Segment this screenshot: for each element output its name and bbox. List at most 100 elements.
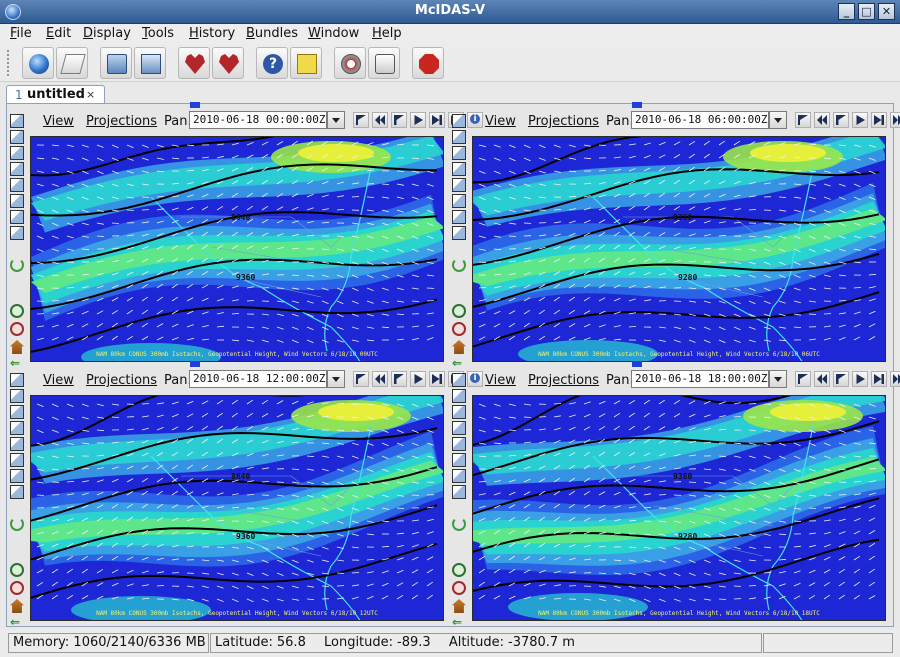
menu-help[interactable]: Help xyxy=(372,26,402,41)
home-icon[interactable] xyxy=(452,340,466,354)
view-reset-icon[interactable] xyxy=(10,210,24,224)
map-view[interactable]: 93609280 NAM 80km CONUS 300mb Isotachs, … xyxy=(472,395,886,621)
view-west-icon[interactable] xyxy=(452,453,466,467)
stop-button[interactable] xyxy=(412,47,444,79)
tab-untitled[interactable]: 1 untitled × xyxy=(6,85,105,104)
step-forward-button[interactable] xyxy=(871,371,887,387)
time-selector[interactable]: 2010-06-18 12:00:00Z xyxy=(189,370,327,388)
refresh-icon[interactable] xyxy=(452,258,466,272)
map-view[interactable]: 93609280 NAM 80km CONUS 300mb Isotachs, … xyxy=(472,136,886,362)
back-icon[interactable]: ⇐ xyxy=(452,615,466,629)
rewind-button[interactable] xyxy=(372,371,388,387)
home-icon[interactable] xyxy=(10,340,24,354)
zoom-in-icon[interactable] xyxy=(10,563,24,577)
time-dropdown-button[interactable] xyxy=(327,370,345,388)
step-back-button[interactable] xyxy=(833,112,849,128)
view-top-icon[interactable] xyxy=(452,114,466,128)
zoom-in-icon[interactable] xyxy=(10,304,24,318)
view-top-icon[interactable] xyxy=(10,114,24,128)
menu-bundles[interactable]: Bundles xyxy=(246,26,298,41)
view-bottom-icon[interactable] xyxy=(10,389,24,403)
home-icon[interactable] xyxy=(452,599,466,613)
save-bundle-button[interactable] xyxy=(134,47,166,79)
time-dropdown-button[interactable] xyxy=(769,370,787,388)
panel-view-menu[interactable]: View xyxy=(485,114,516,129)
zoom-out-icon[interactable] xyxy=(10,581,24,595)
time-selector[interactable]: 2010-06-18 18:00:00Z xyxy=(631,370,769,388)
map-view[interactable]: 86409360 NAM 80km CONUS 300mb Isotachs, … xyxy=(30,136,444,362)
panel-view-menu[interactable]: View xyxy=(43,373,74,388)
refresh-icon[interactable] xyxy=(10,517,24,531)
fast-forward-button[interactable] xyxy=(890,112,900,128)
monitor-button[interactable] xyxy=(334,47,366,79)
play-button[interactable] xyxy=(410,371,426,387)
fast-forward-button[interactable] xyxy=(890,371,900,387)
view-top-icon[interactable] xyxy=(452,373,466,387)
zoom-in-icon[interactable] xyxy=(452,304,466,318)
data-explorer-button[interactable] xyxy=(22,47,54,79)
time-dropdown-button[interactable] xyxy=(769,111,787,129)
view-west-icon[interactable] xyxy=(10,194,24,208)
play-button[interactable] xyxy=(852,112,868,128)
view-south-icon[interactable] xyxy=(10,421,24,435)
play-button[interactable] xyxy=(852,371,868,387)
time-selector[interactable]: 2010-06-18 00:00:00Z xyxy=(189,111,327,129)
step-forward-button[interactable] xyxy=(429,371,445,387)
view-south-icon[interactable] xyxy=(10,162,24,176)
time-selector[interactable]: 2010-06-18 06:00:00Z xyxy=(631,111,769,129)
first-frame-button[interactable] xyxy=(795,371,811,387)
favorite-bundle-button[interactable] xyxy=(178,47,210,79)
view-bottom-icon[interactable] xyxy=(452,130,466,144)
new-display-button[interactable] xyxy=(56,47,88,79)
step-back-button[interactable] xyxy=(391,112,407,128)
back-icon[interactable]: ⇐ xyxy=(10,615,24,629)
step-forward-button[interactable] xyxy=(871,112,887,128)
step-forward-button[interactable] xyxy=(429,112,445,128)
menu-history[interactable]: History xyxy=(189,26,235,41)
zoom-out-icon[interactable] xyxy=(10,322,24,336)
minimize-button[interactable]: _ xyxy=(838,3,855,20)
help-button[interactable]: ? xyxy=(256,47,288,79)
play-button[interactable] xyxy=(410,112,426,128)
menu-tools[interactable]: Tools xyxy=(142,26,174,41)
view-reset-icon[interactable] xyxy=(10,469,24,483)
view-north-icon[interactable] xyxy=(452,146,466,160)
refresh-icon[interactable] xyxy=(452,517,466,531)
maximize-button[interactable]: □ xyxy=(858,3,875,20)
tip-button[interactable] xyxy=(290,47,322,79)
open-bundle-button[interactable] xyxy=(100,47,132,79)
window-titlebar[interactable]: McIDAS-V _ □ ✕ xyxy=(0,0,900,24)
view-west-icon[interactable] xyxy=(10,453,24,467)
view-reset-icon[interactable] xyxy=(452,469,466,483)
zoom-out-icon[interactable] xyxy=(452,581,466,595)
view-west-icon[interactable] xyxy=(452,194,466,208)
panel-view-menu[interactable]: View xyxy=(43,114,74,129)
refresh-icon[interactable] xyxy=(10,258,24,272)
panel-projections-menu[interactable]: Projections xyxy=(528,373,599,388)
view-north-icon[interactable] xyxy=(10,146,24,160)
menu-display[interactable]: Display xyxy=(83,26,131,41)
zoom-out-icon[interactable] xyxy=(452,322,466,336)
rotate-icon[interactable] xyxy=(452,485,466,499)
panel-view-menu[interactable]: View xyxy=(485,373,516,388)
view-top-icon[interactable] xyxy=(10,373,24,387)
step-back-button[interactable] xyxy=(833,371,849,387)
first-frame-button[interactable] xyxy=(795,112,811,128)
map-view[interactable]: 86409360 NAM 80km CONUS 300mb Isotachs, … xyxy=(30,395,444,621)
first-frame-button[interactable] xyxy=(353,112,369,128)
rotate-icon[interactable] xyxy=(10,485,24,499)
rewind-button[interactable] xyxy=(814,371,830,387)
time-dropdown-button[interactable] xyxy=(327,111,345,129)
view-south-icon[interactable] xyxy=(452,421,466,435)
home-icon[interactable] xyxy=(10,599,24,613)
menu-file[interactable]: File xyxy=(10,26,32,41)
rotate-icon[interactable] xyxy=(452,226,466,240)
rewind-button[interactable] xyxy=(814,112,830,128)
toolbar-grip[interactable] xyxy=(6,49,10,77)
manage-favorites-button[interactable] xyxy=(212,47,244,79)
view-bottom-icon[interactable] xyxy=(452,389,466,403)
close-button[interactable]: ✕ xyxy=(878,3,895,20)
rotate-icon[interactable] xyxy=(10,226,24,240)
tab-close-icon[interactable]: × xyxy=(86,88,95,101)
step-back-button[interactable] xyxy=(391,371,407,387)
